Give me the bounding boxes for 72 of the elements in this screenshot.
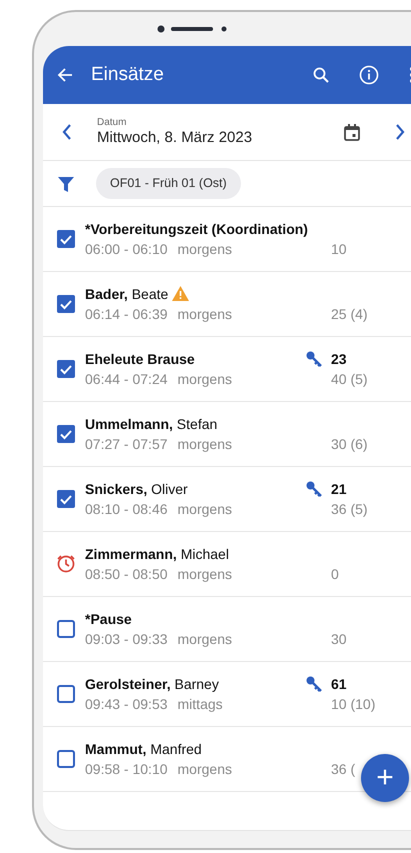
entry-duration: 25 (4) — [331, 304, 368, 324]
key-number: 61 — [331, 674, 347, 694]
filter-chip[interactable]: OF01 - Früh 01 (Ost) — [96, 168, 241, 199]
entry-period: morgens — [178, 435, 232, 454]
entry-row[interactable]: *Pause 09:03 - 09:33 morgens 30 — [43, 597, 411, 662]
entry-time: 06:44 - 07:24 — [85, 370, 168, 389]
date-label: Datum — [97, 117, 128, 129]
entry-duration: 30 (6) — [331, 434, 368, 454]
checkbox[interactable] — [57, 685, 75, 703]
screen-title: Einsätze — [91, 62, 164, 87]
chevron-right-icon[interactable] — [395, 124, 405, 140]
date-value[interactable]: Mittwoch, 8. März 2023 — [97, 129, 252, 147]
back-arrow-icon[interactable] — [57, 67, 73, 83]
entry-name: Ummelmann, Stefan — [85, 414, 218, 434]
checkbox[interactable] — [57, 230, 75, 248]
entry-name: Mammut, Manfred — [85, 740, 202, 759]
checkbox[interactable] — [57, 295, 75, 313]
key-number: 23 — [331, 350, 347, 369]
entry-row[interactable]: Eheleute Brause 06:44 - 07:24 morgens 23 40 (5) — [43, 337, 411, 402]
entry-time: 07:27 - 07:57 — [85, 435, 168, 454]
entry-row[interactable]: *Vorbereitungszeit (Koordination) 06:00 - 06:10 morgens 10 — [43, 207, 411, 272]
checkbox[interactable] — [57, 750, 75, 768]
entry-time: 08:10 - 08:46 — [85, 500, 168, 519]
entry-time: 09:58 - 10:10 — [85, 760, 168, 779]
entry-period: morgens — [178, 760, 232, 779]
entry-duration: 0 — [331, 564, 339, 584]
entry-name: Bader, Beate — [85, 284, 168, 304]
add-button[interactable]: + — [361, 754, 409, 802]
key-number: 21 — [331, 480, 347, 499]
entry-row[interactable]: Gerolsteiner, Barney 09:43 - 09:53 mittags 61 10 (10) — [43, 662, 411, 727]
clock-icon — [57, 555, 75, 573]
speaker-drawing — [156, 25, 228, 33]
entry-time: 08:50 - 08:50 — [85, 565, 168, 584]
entry-period: morgens — [178, 305, 232, 324]
entry-time: 06:00 - 06:10 — [85, 240, 168, 259]
entry-period: morgens — [178, 370, 232, 389]
entry-name: Snickers, Oliver — [85, 480, 188, 499]
entry-period: morgens — [178, 630, 232, 649]
checkbox[interactable] — [57, 620, 75, 638]
calendar-icon[interactable] — [344, 124, 360, 140]
key-icon — [306, 676, 322, 692]
entry-period: morgens — [178, 500, 232, 519]
entry-duration: 40 (5) — [331, 370, 368, 389]
entry-time: 06:14 - 06:39 — [85, 305, 168, 324]
entry-name: Zimmermann, Michael — [85, 544, 229, 564]
entry-duration: 36 (5) — [331, 500, 368, 519]
entry-row[interactable]: Bader, Beate 06:14 - 06:39 morgens 25 (4) — [43, 272, 411, 337]
entry-name: *Vorbereitungszeit (Koordination) — [85, 220, 308, 239]
entry-name: *Pause — [85, 610, 132, 629]
entry-row[interactable]: Ummelmann, Stefan 07:27 - 07:57 morgens 30 (6) — [43, 402, 411, 467]
entry-period: morgens — [178, 240, 232, 259]
checkbox[interactable] — [57, 425, 75, 443]
info-icon[interactable] — [359, 65, 379, 85]
entry-duration: 10 (10) — [331, 695, 376, 714]
filter-icon[interactable] — [58, 176, 74, 192]
entry-period: morgens — [178, 565, 232, 584]
entry-name: Eheleute Brause — [85, 350, 195, 369]
key-icon — [306, 480, 322, 497]
key-icon — [306, 350, 322, 367]
entry-row[interactable]: Zimmermann, Michael 08:50 - 08:50 morgens 0 — [43, 532, 411, 597]
search-icon[interactable] — [313, 67, 329, 83]
entry-duration: 36 ( — [331, 760, 356, 779]
entry-row[interactable]: Snickers, Oliver 08:10 - 08:46 morgens 21 36 (5) — [43, 467, 411, 532]
entry-time: 09:43 - 09:53 — [85, 695, 168, 714]
entry-duration: 10 — [331, 240, 347, 259]
entry-period: mittags — [178, 695, 223, 714]
checkbox[interactable] — [57, 490, 75, 508]
chevron-left-icon[interactable] — [62, 124, 72, 140]
entry-name: Gerolsteiner, Barney — [85, 674, 219, 694]
entry-time: 09:03 - 09:33 — [85, 630, 168, 649]
checkbox[interactable] — [57, 360, 75, 378]
entry-duration: 30 — [331, 630, 347, 649]
